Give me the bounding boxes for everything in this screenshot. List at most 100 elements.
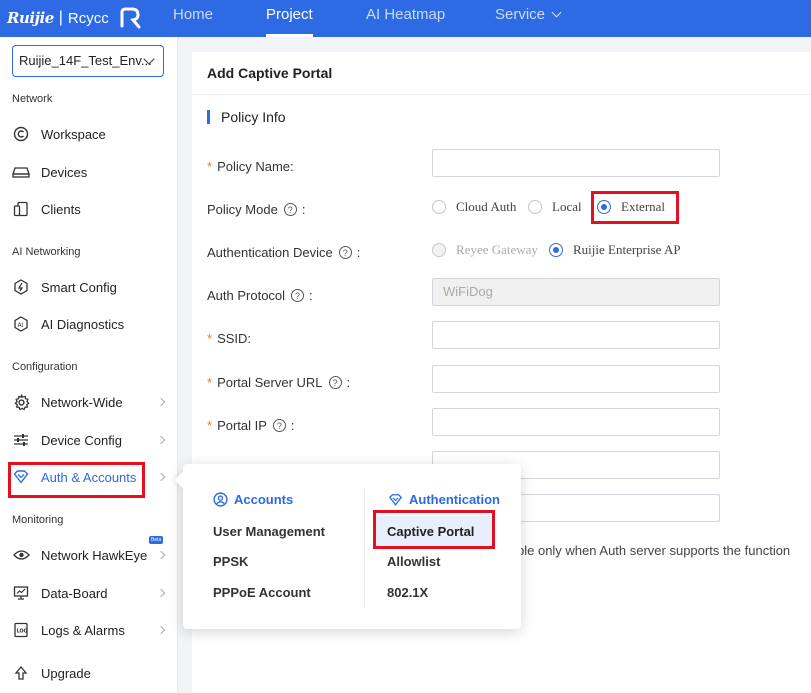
nav-ai-heatmap[interactable]: AI Heatmap (366, 0, 445, 37)
sidebar-item-devices[interactable]: Devices (12, 157, 172, 187)
auth-accounts-submenu: Accounts User Management PPSK PPPoE Acco… (183, 464, 521, 629)
clients-icon (12, 200, 30, 218)
svg-text:AI: AI (18, 322, 24, 329)
label-colon: : (247, 331, 252, 346)
radio-ruijie-enterprise-ap[interactable]: Ruijie Enterprise AP (549, 242, 681, 258)
chevron-right-icon (156, 625, 166, 635)
logo-separator: | (58, 9, 63, 26)
help-icon[interactable]: ? (283, 203, 297, 216)
nav-project[interactable]: Project (266, 0, 313, 37)
label-colon: : (290, 159, 294, 174)
sidebar-item-label: Smart Config (41, 279, 117, 295)
sidebar-item-workspace[interactable]: Workspace (12, 119, 172, 149)
sidebar-item-smart-config[interactable]: Smart Config (12, 272, 172, 302)
portal-ip-label: * Portal IP ?: (207, 418, 295, 433)
radio-circle (432, 200, 446, 214)
sidebar-item-logs-alarms[interactable]: LOG Logs & Alarms (12, 615, 172, 645)
policy-name-input[interactable] (432, 149, 720, 177)
sidebar-item-label: Device Config (41, 432, 122, 448)
portal-ip-text: Portal IP (217, 418, 267, 433)
portal-server-url-text: Portal Server URL (217, 375, 323, 390)
label-colon: : (346, 375, 351, 390)
sidebar-item-upgrade[interactable]: Upgrade (12, 658, 172, 688)
radio-cloud-auth[interactable]: Cloud Auth (432, 199, 516, 215)
svg-text:LOG: LOG (17, 629, 28, 635)
top-navigation-bar: Ruijie | Rcycc Home Project AI Heatmap S… (0, 0, 811, 37)
nav-home[interactable]: Home (173, 0, 213, 37)
highlight-box-auth-accounts (8, 462, 145, 498)
sidebar-item-label: Data-Board (41, 585, 108, 601)
logo-brand: Ruijie (7, 9, 54, 27)
portal-server-url-label: * Portal Server URL ?: (207, 375, 350, 390)
shield-icon (388, 493, 403, 507)
help-icon[interactable]: ? (291, 289, 305, 302)
chevron-right-icon (156, 588, 166, 598)
help-icon[interactable]: ? (272, 419, 286, 432)
sidebar-item-data-board[interactable]: Data-Board (12, 578, 172, 608)
sliders-icon (12, 431, 30, 449)
chevron-right-icon (156, 435, 166, 445)
ssid-label: * SSID: (207, 331, 251, 346)
required-mark: * (207, 331, 213, 346)
auth-protocol-label: Auth Protocol ?: (207, 288, 313, 303)
ruijie-logo[interactable]: Ruijie | Rcycc (7, 3, 142, 33)
label-colon: : (301, 202, 306, 217)
portal-ip-input[interactable] (432, 408, 720, 436)
section-ai-networking: AI Networking (12, 246, 81, 258)
section-configuration: Configuration (12, 361, 78, 373)
menu-item-allowlist[interactable]: Allowlist (387, 554, 440, 569)
devices-icon (12, 163, 30, 181)
menu-item-ppsk[interactable]: PPSK (213, 554, 248, 569)
radio-label: Reyee Gateway (456, 242, 538, 257)
highlight-box-external (591, 191, 679, 224)
nav-service[interactable]: Service (495, 0, 562, 37)
help-icon[interactable]: ? (338, 246, 352, 259)
label-colon: : (356, 245, 361, 260)
user-circle-icon (213, 492, 228, 507)
radio-local[interactable]: Local (528, 199, 582, 215)
section-monitoring: Monitoring (12, 514, 64, 526)
project-select-value: Ruijie_14F_Test_Env... (19, 53, 152, 68)
authentication-header-label: Authentication (409, 492, 500, 507)
menu-item-802-1x[interactable]: 802.1X (387, 585, 428, 600)
help-icon[interactable]: ? (328, 376, 342, 389)
sidebar-item-ai-diagnostics[interactable]: AI AI Diagnostics (12, 309, 172, 339)
sidebar: Ruijie_14F_Test_Env... Network Workspace… (0, 37, 178, 693)
hint-text: ble only when Auth server supports the f… (517, 543, 791, 558)
radio-circle (432, 243, 446, 257)
sidebar-item-label: Network HawkEye (41, 547, 148, 563)
chevron-right-icon (156, 397, 166, 407)
required-mark: * (207, 375, 213, 390)
label-colon: : (290, 418, 295, 433)
project-select[interactable]: Ruijie_14F_Test_Env... (12, 45, 164, 77)
sidebar-item-label: Upgrade (41, 665, 91, 681)
ssid-input[interactable] (432, 321, 720, 349)
radio-label: Ruijie Enterprise AP (573, 242, 681, 257)
radio-label: Cloud Auth (456, 199, 517, 214)
workspace-icon (12, 125, 30, 143)
logo-brand2: Rcycc (67, 9, 109, 27)
sidebar-item-device-config[interactable]: Device Config (12, 425, 172, 455)
required-mark: * (207, 159, 213, 174)
required-mark: * (207, 418, 213, 433)
label-colon: : (309, 288, 313, 303)
eye-icon (12, 546, 30, 564)
sidebar-item-label: Network-Wide (41, 394, 123, 410)
sidebar-item-clients[interactable]: Clients (12, 194, 172, 224)
ssid-text: SSID (217, 331, 248, 346)
menu-item-user-management[interactable]: User Management (213, 524, 325, 539)
section-header-policy-info: Policy Info (207, 110, 286, 124)
policy-name-text: Policy Name (217, 159, 291, 174)
radio-label: Local (552, 199, 582, 214)
smart-config-icon (12, 278, 30, 296)
sidebar-item-network-hawkeye[interactable]: Network HawkEye Beta (12, 536, 172, 570)
authentication-header: Authentication (388, 492, 500, 507)
menu-item-pppoe-account[interactable]: PPPoE Account (213, 585, 311, 600)
accounts-header-label: Accounts (234, 492, 294, 507)
portal-server-url-input[interactable] (432, 365, 720, 393)
radio-reyee-gateway[interactable]: Reyee Gateway (432, 242, 538, 258)
radio-circle-selected (549, 243, 563, 257)
chevron-right-icon (156, 472, 166, 482)
policy-name-label: * Policy Name: (207, 159, 294, 174)
sidebar-item-network-wide[interactable]: Network-Wide (12, 387, 172, 417)
